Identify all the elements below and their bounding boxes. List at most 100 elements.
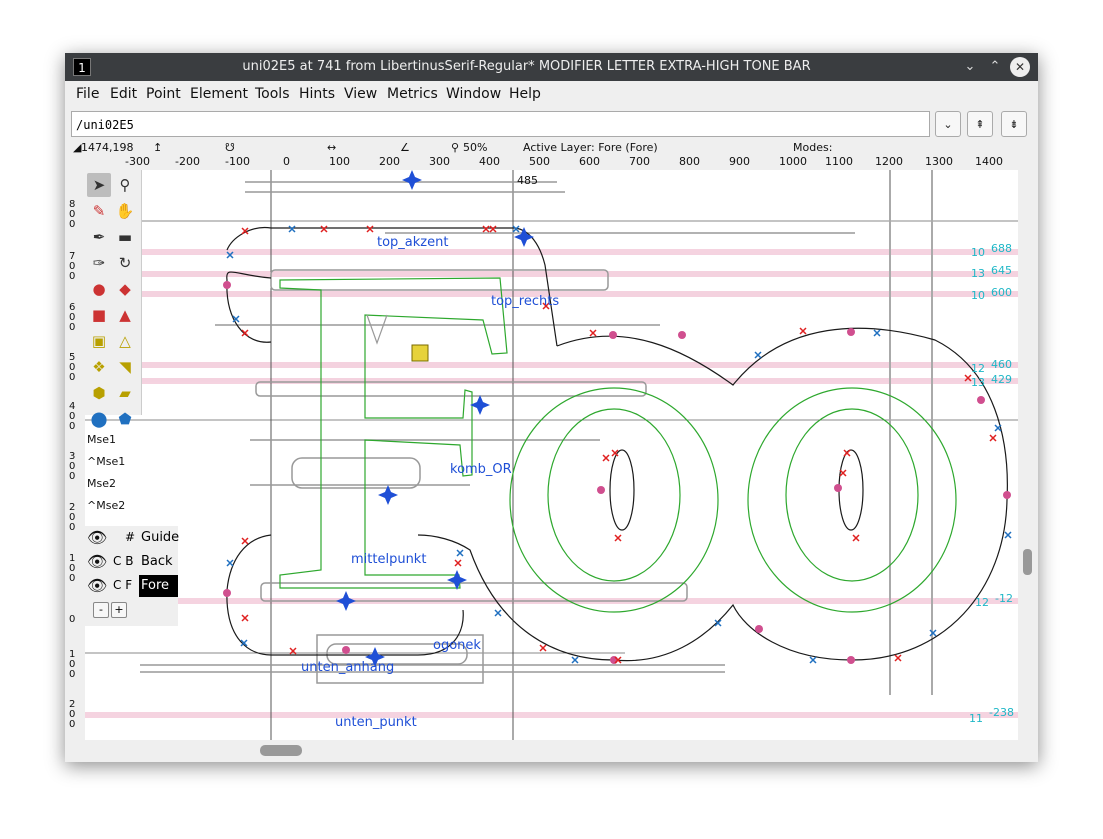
- glyph-canvas[interactable]: top_akzent top_rechts komb_OR mittelpunk…: [85, 170, 1018, 740]
- anchor-top-akzent[interactable]: top_akzent: [377, 235, 448, 250]
- glyph-drawing: [85, 170, 1018, 740]
- layer-flags: C B: [113, 554, 134, 568]
- prev-glyph-button[interactable]: ⇞: [967, 111, 993, 137]
- chevron-down-icon[interactable]: ⌄: [960, 57, 980, 77]
- scale-tool-icon[interactable]: ▣: [87, 329, 111, 353]
- active-layer: Active Layer: Fore (Fore): [523, 141, 658, 154]
- menu-help[interactable]: Help: [509, 86, 541, 102]
- eye-icon[interactable]: 👁: [87, 528, 107, 547]
- metric-count: 13: [971, 267, 985, 280]
- mouse2-label: Mse2: [87, 477, 116, 490]
- layer-row-guide[interactable]: 👁 # Guide: [85, 526, 181, 550]
- layer-name[interactable]: Guide: [139, 527, 181, 549]
- ruler-tick: 400: [479, 155, 500, 168]
- polygon-tool-icon[interactable]: ⬟: [113, 407, 137, 431]
- left-ruler-tick: 7 0 0: [69, 251, 76, 282]
- menu-element[interactable]: Element: [190, 86, 248, 102]
- vertical-scrollbar[interactable]: [1018, 154, 1038, 740]
- corner-point-icon[interactable]: ■: [87, 303, 111, 327]
- ruler-tool-icon[interactable]: ▬: [113, 225, 137, 249]
- ruler-tick: 500: [529, 155, 550, 168]
- perspective-tool-icon[interactable]: ▰: [113, 381, 137, 405]
- width-icon: ↔: [327, 141, 337, 154]
- anchor-top-rechts[interactable]: top_rechts: [491, 294, 559, 309]
- metric-count: 12: [971, 362, 985, 375]
- mouse1-ctrl-label: ^Mse1: [87, 455, 126, 468]
- add-layer-button[interactable]: +: [111, 602, 127, 618]
- ruler-tick: -100: [225, 155, 250, 168]
- menu-hints[interactable]: Hints: [299, 86, 335, 102]
- mouse1-label: Mse1: [87, 433, 116, 446]
- horizontal-scroll-thumb[interactable]: [260, 745, 302, 756]
- menu-file[interactable]: File: [76, 86, 99, 102]
- pointer-tool-icon[interactable]: ➤: [87, 173, 111, 197]
- ruler-tick: 600: [579, 155, 600, 168]
- menu-metrics[interactable]: Metrics: [387, 86, 438, 102]
- menu-view[interactable]: View: [344, 86, 377, 102]
- hv-curve-point-icon[interactable]: ◆: [113, 277, 137, 301]
- curve-points: [223, 281, 1011, 664]
- layer-buttons: - +: [93, 602, 129, 618]
- metric-value: 645: [991, 264, 1012, 277]
- anchor-komb-or[interactable]: komb_OR: [450, 462, 512, 477]
- eye-icon[interactable]: 👁: [87, 552, 107, 571]
- magnify-tool-icon[interactable]: ⚲: [113, 173, 137, 197]
- layer-name[interactable]: Back: [139, 551, 175, 573]
- toolbox: ➤ ⚲ ✎ ✋ ✒ ▬ ✑ ↻ ● ◆ ■ ▲ ▣ △ ❖ ◥ ⬢ ▰ ⬤ ⬟: [85, 170, 142, 428]
- skew-tool-icon[interactable]: ◥: [113, 355, 137, 379]
- layer-name-active[interactable]: Fore: [139, 575, 178, 597]
- knife-tool-icon[interactable]: ✒: [87, 225, 111, 249]
- ruler-tick: 1300: [925, 155, 953, 168]
- ellipse-tool-icon[interactable]: ⬤: [87, 407, 111, 431]
- pen-tool-icon[interactable]: ✑: [87, 251, 111, 275]
- left-ruler-tick: 1 0 0: [69, 649, 76, 680]
- layer-row-back[interactable]: 👁 C B Back: [85, 550, 178, 574]
- grey-guides: [889, 170, 933, 695]
- remove-layer-button[interactable]: -: [93, 602, 109, 618]
- glyph-path-input[interactable]: /uni02E5: [71, 111, 930, 137]
- layer-flags: C F: [113, 578, 133, 592]
- zoom-icon: ⚲: [451, 141, 460, 154]
- curve-point-icon[interactable]: ●: [87, 277, 111, 301]
- chevron-up-icon[interactable]: ⌃: [985, 57, 1005, 77]
- anchor-ogonek[interactable]: ogonek: [433, 638, 481, 653]
- spiral-tool-icon[interactable]: ↻: [113, 251, 137, 275]
- close-icon[interactable]: ✕: [1010, 57, 1030, 77]
- hint-shapes: [140, 181, 855, 684]
- angle-icon: ∠: [400, 141, 410, 154]
- 3d-rotate-tool-icon[interactable]: ⬢: [87, 381, 111, 405]
- layer-row-fore[interactable]: 👁 C F Fore: [85, 574, 178, 598]
- tangent-point-icon[interactable]: ▲: [113, 303, 137, 327]
- menu-point[interactable]: Point: [146, 86, 181, 102]
- pencil-tool-icon[interactable]: ✎: [87, 199, 111, 223]
- menu-tools[interactable]: Tools: [255, 86, 290, 102]
- dropdown-button[interactable]: ⌄: [935, 111, 961, 137]
- metric-value: -238: [989, 706, 1014, 719]
- cursor-coords: 1474,198: [81, 141, 134, 154]
- eye-icon[interactable]: 👁: [87, 576, 107, 595]
- modes-label: Modes:: [793, 141, 833, 154]
- next-glyph-button[interactable]: ⇟: [1001, 111, 1027, 137]
- anchor-unten-anhang[interactable]: unten_anhang: [301, 660, 394, 675]
- left-ruler-tick: 2 0 0: [69, 502, 76, 533]
- info-bar: ◢ 1474,198 ↥ ☋ ↔ ∠ ⚲ 50% Active Layer: F…: [65, 141, 1038, 154]
- menu-edit[interactable]: Edit: [110, 86, 137, 102]
- app-icon: 1: [73, 58, 91, 76]
- metric-count: 10: [971, 289, 985, 302]
- anchor-unten-punkt[interactable]: unten_punkt: [335, 715, 417, 730]
- menu-window[interactable]: Window: [446, 86, 501, 102]
- ruler-tick: 200: [379, 155, 400, 168]
- left-ruler-tick: 3 0 0: [69, 451, 76, 482]
- horizontal-scrollbar[interactable]: [65, 740, 1018, 762]
- vertical-scroll-thumb[interactable]: [1023, 549, 1032, 575]
- point-icon: ↥: [153, 141, 163, 154]
- rotate-tool-icon[interactable]: ❖: [87, 355, 111, 379]
- flip-tool-icon[interactable]: △: [113, 329, 137, 353]
- metric-value: 600: [991, 286, 1012, 299]
- anchor-mittelpunkt[interactable]: mittelpunkt: [351, 552, 426, 567]
- advance-width-label: 485: [517, 174, 538, 187]
- hand-tool-icon[interactable]: ✋: [113, 199, 137, 223]
- left-ruler-tick: 6 0 0: [69, 302, 76, 333]
- metric-value: 460: [991, 358, 1012, 371]
- left-ruler-tick: 4 0 0: [69, 401, 76, 432]
